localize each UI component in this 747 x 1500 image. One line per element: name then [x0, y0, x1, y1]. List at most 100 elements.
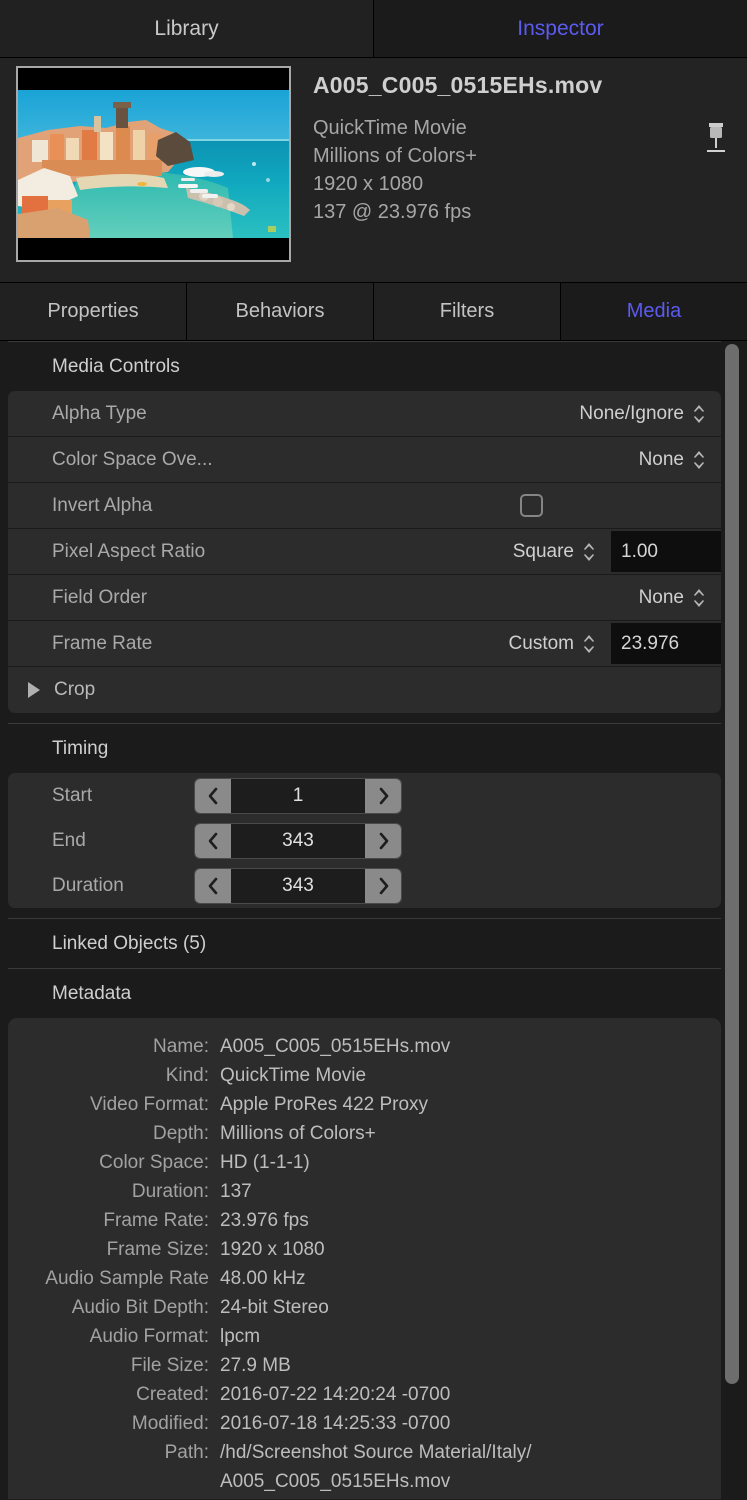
metadata-key: Path: [8, 1438, 220, 1496]
metadata-row: File Size: 27.9 MB [8, 1351, 721, 1380]
media-controls-title: Media Controls [8, 342, 721, 391]
row-end[interactable]: End 343 [8, 818, 721, 863]
duration-label: Duration [8, 875, 194, 897]
row-alpha-type[interactable]: Alpha Type None/Ignore [8, 391, 721, 437]
media-controls-rows: Alpha Type None/Ignore Color Space Ove..… [8, 391, 721, 713]
metadata-value: HD (1-1-1) [220, 1148, 310, 1177]
scrollbar-thumb[interactable] [725, 344, 739, 1384]
pushpin-icon[interactable] [699, 120, 733, 160]
row-start[interactable]: Start 1 [8, 773, 721, 818]
metadata-key: Duration: [8, 1177, 220, 1206]
chevron-updown-icon [693, 587, 705, 609]
duration-stepper[interactable]: 343 [194, 868, 402, 904]
metadata-value: QuickTime Movie [220, 1061, 366, 1090]
start-increment-button[interactable] [365, 779, 401, 813]
chevron-right-icon [377, 787, 390, 805]
pixel-aspect-ratio-value: Square [513, 541, 574, 563]
metadata-value: 2016-07-18 14:25:33 -0700 [220, 1409, 450, 1438]
metadata-row: Name: A005_C005_0515EHs.mov [8, 1032, 721, 1061]
metadata-title: Metadata [8, 969, 721, 1018]
row-frame-rate[interactable]: Frame Rate Custom 23.976 [8, 621, 721, 667]
tab-media[interactable]: Media [561, 283, 747, 340]
metadata-value: A005_C005_0515EHs.mov [220, 1032, 450, 1061]
metadata-key: Modified: [8, 1409, 220, 1438]
start-decrement-button[interactable] [195, 779, 231, 813]
metadata-key: Depth: [8, 1119, 220, 1148]
metadata-row: Kind: QuickTime Movie [8, 1061, 721, 1090]
chevron-updown-icon [693, 403, 705, 425]
pixel-aspect-ratio-field[interactable]: 1.00 [611, 531, 721, 572]
alpha-type-popup[interactable]: None/Ignore [579, 403, 721, 425]
chevron-updown-icon [693, 449, 705, 471]
chevron-updown-icon [583, 633, 595, 655]
section-timing: Timing Start 1 [8, 723, 721, 908]
end-decrement-button[interactable] [195, 824, 231, 858]
end-increment-button[interactable] [365, 824, 401, 858]
metadata-row: Duration: 137 [8, 1177, 721, 1206]
section-linked-objects[interactable]: Linked Objects (5) [8, 918, 721, 968]
metadata-key: File Size: [8, 1351, 220, 1380]
metadata-row: Path: /hd/Screenshot Source Material/Ita… [8, 1438, 721, 1496]
section-metadata: Metadata [8, 968, 721, 1018]
duration-decrement-button[interactable] [195, 869, 231, 903]
timing-rows: Start 1 End [8, 773, 721, 908]
metadata-row: Frame Size: 1920 x 1080 [8, 1235, 721, 1264]
crop-label: Crop [54, 679, 95, 701]
chevron-right-icon [377, 832, 390, 850]
start-stepper[interactable]: 1 [194, 778, 402, 814]
metadata-panel: Name: A005_C005_0515EHs.mov Kind: QuickT… [8, 1018, 721, 1499]
end-value[interactable]: 343 [231, 830, 365, 852]
end-label: End [8, 830, 194, 852]
tab-behaviors[interactable]: Behaviors [187, 283, 374, 340]
color-space-override-label: Color Space Ove... [8, 449, 213, 471]
metadata-row: Depth: Millions of Colors+ [8, 1119, 721, 1148]
file-duration-fps: 137 @ 23.976 fps [313, 198, 747, 226]
start-value[interactable]: 1 [231, 785, 365, 807]
duration-value[interactable]: 343 [231, 875, 365, 897]
metadata-value: 24-bit Stereo [220, 1293, 329, 1322]
invert-alpha-checkbox[interactable] [520, 494, 543, 517]
row-crop-disclosure[interactable]: Crop [8, 667, 721, 713]
metadata-value: 27.9 MB [220, 1351, 291, 1380]
end-stepper[interactable]: 343 [194, 823, 402, 859]
pixel-aspect-ratio-popup[interactable]: Square [513, 541, 611, 563]
metadata-key: Video Format: [8, 1090, 220, 1119]
tab-inspector[interactable]: Inspector [374, 0, 747, 57]
section-media-controls: Media Controls Alpha Type None/Ignore Co… [8, 341, 721, 713]
tab-filters[interactable]: Filters [374, 283, 561, 340]
tab-filters-label: Filters [440, 300, 494, 323]
tab-library[interactable]: Library [0, 0, 374, 57]
file-kind: QuickTime Movie [313, 114, 747, 142]
metadata-key: Audio Sample Rate [8, 1264, 220, 1293]
row-color-space-override[interactable]: Color Space Ove... None [8, 437, 721, 483]
disclosure-triangle-icon[interactable] [28, 682, 40, 698]
tab-behaviors-label: Behaviors [236, 300, 325, 323]
row-duration[interactable]: Duration 343 [8, 863, 721, 908]
row-pixel-aspect-ratio[interactable]: Pixel Aspect Ratio Square 1.00 [8, 529, 721, 575]
field-order-popup[interactable]: None [639, 587, 721, 609]
frame-rate-field[interactable]: 23.976 [611, 623, 721, 664]
media-thumbnail[interactable] [16, 66, 291, 262]
tab-inspector-label: Inspector [517, 17, 603, 41]
timing-title: Timing [8, 724, 721, 773]
tab-properties[interactable]: Properties [0, 283, 187, 340]
color-space-override-popup[interactable]: None [639, 449, 721, 471]
field-order-value: None [639, 587, 684, 609]
duration-increment-button[interactable] [365, 869, 401, 903]
metadata-value: /hd/Screenshot Source Material/Italy/ A0… [220, 1438, 532, 1496]
field-order-label: Field Order [8, 587, 147, 609]
row-invert-alpha[interactable]: Invert Alpha [8, 483, 721, 529]
row-field-order[interactable]: Field Order None [8, 575, 721, 621]
inspector-header: A005_C005_0515EHs.mov QuickTime Movie Mi… [0, 58, 747, 283]
vertical-scrollbar[interactable] [725, 344, 739, 1386]
frame-rate-label: Frame Rate [8, 633, 152, 655]
metadata-value: 137 [220, 1177, 252, 1206]
file-dimensions: 1920 x 1080 [313, 170, 747, 198]
frame-rate-popup[interactable]: Custom [509, 633, 611, 655]
metadata-key: Color Space: [8, 1148, 220, 1177]
metadata-key: Audio Format: [8, 1322, 220, 1351]
metadata-row: Color Space: HD (1-1-1) [8, 1148, 721, 1177]
metadata-value: Millions of Colors+ [220, 1119, 376, 1148]
metadata-key: Frame Rate: [8, 1206, 220, 1235]
metadata-row: Video Format: Apple ProRes 422 Proxy [8, 1090, 721, 1119]
